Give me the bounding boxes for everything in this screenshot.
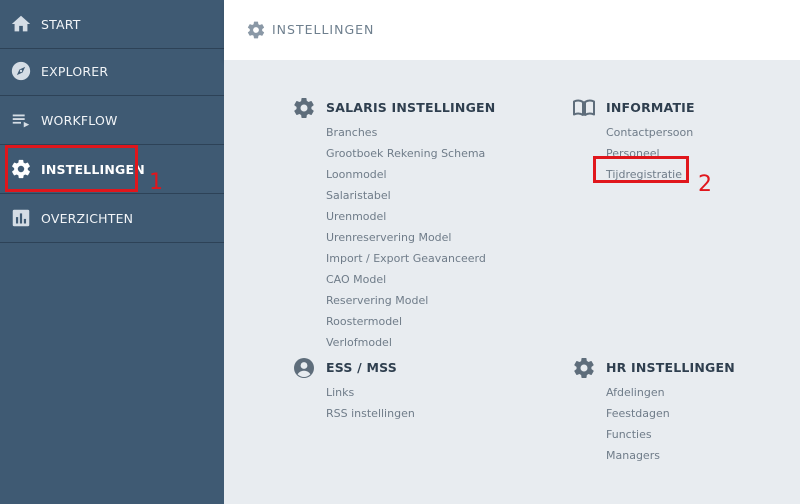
sidebar-item-overzichten[interactable]: OVERZICHTEN [0, 194, 224, 243]
sidebar-item-explorer[interactable]: EXPLORER [0, 47, 224, 96]
link-rss-instellingen[interactable]: RSS instellingen [326, 403, 415, 424]
link-reservering-model[interactable]: Reservering Model [326, 290, 486, 311]
link-urenreservering-model[interactable]: Urenreservering Model [326, 227, 486, 248]
page-title: INSTELLINGEN [272, 22, 375, 37]
bar-chart-icon [12, 209, 30, 227]
playlist-icon [12, 114, 30, 128]
link-afdelingen[interactable]: Afdelingen [606, 382, 670, 403]
gear-icon [574, 358, 594, 379]
link-branches[interactable]: Branches [326, 122, 486, 143]
compass-icon [11, 61, 31, 81]
sidebar-item-label: EXPLORER [41, 63, 109, 79]
gear-icon [294, 98, 314, 119]
link-grootboek-rekening-schema[interactable]: Grootboek Rekening Schema [326, 143, 486, 164]
link-salaristabel[interactable]: Salaristabel [326, 185, 486, 206]
sidebar-item-label: OVERZICHTEN [41, 210, 134, 226]
link-cao-model[interactable]: CAO Model [326, 269, 486, 290]
link-import-export-geavanceerd[interactable]: Import / Export Geavanceerd [326, 248, 486, 269]
link-links[interactable]: Links [326, 382, 415, 403]
section-title: INFORMATIE [606, 100, 695, 115]
link-verlofmodel[interactable]: Verlofmodel [326, 332, 486, 353]
gear-icon [247, 21, 265, 39]
sidebar-item-start[interactable]: START [0, 0, 224, 49]
link-managers[interactable]: Managers [606, 445, 670, 466]
step-1-marker: 1 [149, 170, 163, 195]
section-title: ESS / MSS [326, 360, 397, 375]
sidebar-item-label: WORKFLOW [41, 112, 118, 128]
link-roostermodel[interactable]: Roostermodel [326, 311, 486, 332]
book-icon [573, 99, 595, 116]
link-list: Branches Grootboek Rekening Schema Loonm… [326, 122, 486, 353]
sidebar: START EXPLORER WORKFLOW INSTELLINGEN OVE… [0, 0, 224, 504]
link-contactpersoon[interactable]: Contactpersoon [606, 122, 693, 143]
section-title: HR INSTELLINGEN [606, 360, 735, 375]
account-icon [294, 358, 314, 378]
home-icon [11, 15, 31, 32]
link-list: Links RSS instellingen [326, 382, 415, 424]
step-1-highlight [5, 145, 138, 192]
link-functies[interactable]: Functies [606, 424, 670, 445]
link-list: Afdelingen Feestdagen Functies Managers [606, 382, 670, 466]
page-header: INSTELLINGEN [224, 0, 800, 60]
link-feestdagen[interactable]: Feestdagen [606, 403, 670, 424]
link-urenmodel[interactable]: Urenmodel [326, 206, 486, 227]
step-2-highlight [593, 156, 689, 183]
link-loonmodel[interactable]: Loonmodel [326, 164, 486, 185]
sidebar-item-workflow[interactable]: WORKFLOW [0, 96, 224, 145]
step-2-marker: 2 [698, 172, 712, 197]
sidebar-item-label: START [41, 16, 81, 32]
settings-content: SALARIS INSTELLINGEN Branches Grootboek … [224, 60, 800, 504]
section-title: SALARIS INSTELLINGEN [326, 100, 496, 115]
